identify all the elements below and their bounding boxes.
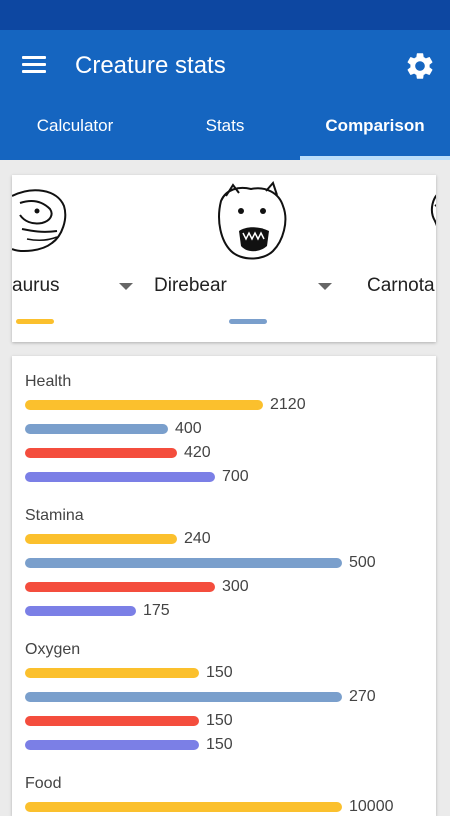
creature-image-therizinosaurus xyxy=(12,189,67,252)
stat-value: 400 xyxy=(175,420,202,437)
stat-value: 500 xyxy=(349,554,376,571)
creature-image-direbear xyxy=(218,181,287,260)
stat-value: 150 xyxy=(206,736,233,753)
stat-value: 300 xyxy=(222,578,249,595)
stat-label: Stamina xyxy=(25,507,84,524)
stat-bar xyxy=(25,400,263,410)
stat-bar xyxy=(25,424,168,434)
stat-value: 2120 xyxy=(270,396,306,413)
stat-value: 700 xyxy=(222,468,249,485)
app-bar: Creature stats xyxy=(0,30,450,102)
tab-comparison[interactable]: Comparison xyxy=(300,102,450,160)
stat-bar xyxy=(25,606,136,616)
stat-bar xyxy=(25,668,199,678)
stat-bar xyxy=(25,582,215,592)
stat-value: 270 xyxy=(349,688,376,705)
menu-icon[interactable] xyxy=(22,54,48,74)
stat-bar xyxy=(25,692,342,702)
stat-bar xyxy=(25,558,342,568)
stat-bar xyxy=(25,740,199,750)
stat-bar xyxy=(25,534,177,544)
stat-value: 150 xyxy=(206,712,233,729)
stat-bar xyxy=(25,802,342,812)
tab-bar: Calculator Stats Comparison xyxy=(0,102,450,160)
page-title: Creature stats xyxy=(75,52,226,79)
creature-name: Direbear xyxy=(154,275,227,296)
status-bar xyxy=(0,0,450,30)
creature-name: aurus xyxy=(12,275,60,296)
creature-slot-1[interactable]: aurus xyxy=(12,175,133,342)
creature-color-swatch xyxy=(16,319,54,324)
tab-stats[interactable]: Stats xyxy=(150,102,300,160)
chevron-down-icon[interactable] xyxy=(318,283,332,290)
stat-value: 420 xyxy=(184,444,211,461)
stat-value: 150 xyxy=(206,664,233,681)
creature-name: Carnota xyxy=(367,275,435,296)
tab-indicator xyxy=(300,156,450,160)
creature-image-carnotaurus xyxy=(430,194,436,227)
stat-bar xyxy=(25,716,199,726)
stat-bar xyxy=(25,448,177,458)
stat-value: 240 xyxy=(184,530,211,547)
stat-label: Food xyxy=(25,775,62,792)
creature-slot-3[interactable]: Carnota xyxy=(367,175,436,342)
chevron-down-icon[interactable] xyxy=(119,283,133,290)
creature-slot-2[interactable]: Direbear xyxy=(154,175,369,342)
tab-calculator[interactable]: Calculator xyxy=(0,102,150,160)
stat-bar xyxy=(25,472,215,482)
creature-color-swatch xyxy=(229,319,267,324)
creature-selector-card: aurus Direbear Carnota xyxy=(12,175,436,342)
stat-value: 175 xyxy=(143,602,170,619)
stats-comparison-card: Health 2120 400 420 700 Stamina 240 500 300 175 Ox… xyxy=(12,356,436,816)
stat-label: Health xyxy=(25,373,72,390)
stat-label: Oxygen xyxy=(25,641,81,658)
gear-icon[interactable] xyxy=(404,50,436,82)
